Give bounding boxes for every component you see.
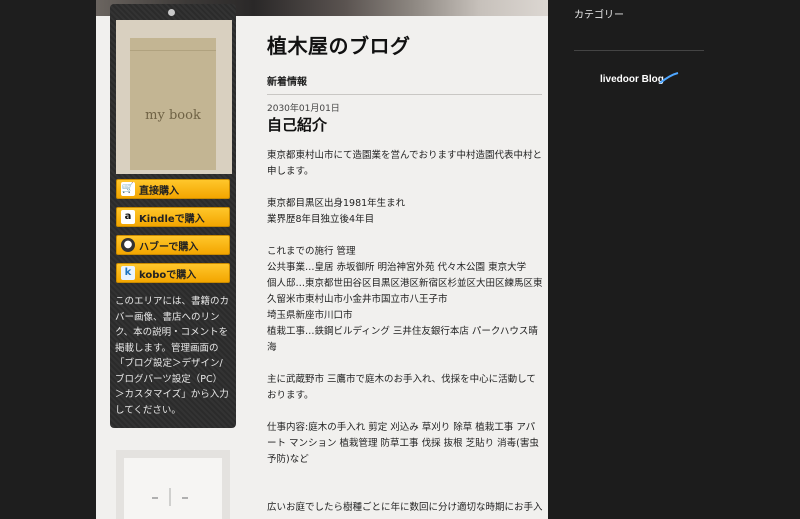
book-panel: my book 🛒 直接購入 a Kindleで購入 ● ハブーで購入 k ko…	[110, 4, 236, 428]
post-paragraph: これまでの施行 管理 公共事業…皇居 赤坂御所 明治神宮外苑 代々木公園 東京大…	[267, 244, 546, 356]
post-line: 海	[267, 342, 277, 353]
book-info-line: ブログパーツ設定（PC）	[115, 373, 223, 385]
book-info-line: ク、本の説明・コメントを	[115, 327, 229, 338]
book-cover-title: my book	[145, 108, 201, 123]
section-label-news: 新着情報	[267, 73, 542, 95]
face-illustration	[152, 488, 188, 506]
post-date: 2030年01月01日	[267, 104, 340, 114]
buy-hoobee-label: ハブーで購入	[139, 241, 199, 253]
book-envelope: my book	[130, 38, 216, 170]
livedoor-logo-graphic: livedoor Blog	[600, 72, 679, 85]
book-cover-placeholder[interactable]	[124, 458, 222, 519]
book-cover-image[interactable]: my book	[116, 20, 232, 174]
post-line: ート マンション 植栽管理 防草工事 伐採 抜根 芝貼り 消毒(害虫	[267, 438, 539, 449]
post-line: 仕事内容:庭木の手入れ 剪定 刈込み 草刈り 除草 植栽工事 アパ	[267, 422, 536, 433]
book-info-text: このエリアには、書籍のカ バー画像、書店へのリン ク、本の説明・コメントを 掲載…	[115, 294, 231, 418]
second-book-widget	[116, 450, 230, 519]
post-line: 予防)など	[267, 454, 309, 465]
buy-kindle-button[interactable]: a Kindleで購入	[116, 207, 230, 227]
buy-kobo-label: koboで購入	[139, 269, 197, 281]
category-heading: カテゴリー	[574, 10, 624, 21]
post-line: 主に武蔵野市 三鷹市で庭木のお手入れ、伐採を中心に活動して	[267, 374, 536, 385]
kobo-icon: k	[121, 266, 135, 280]
buy-kobo-button[interactable]: k koboで購入	[116, 263, 230, 283]
livedoor-logo-text: livedoor Blog	[600, 74, 664, 85]
post-line: 東京都東村山市にて造園業を営んでおります中村造園代表中村と	[267, 150, 543, 161]
post-paragraph: 東京都目黒区出身1981年生まれ 業界歴8年目独立後4年目	[267, 196, 546, 228]
post-line: 申します。	[267, 166, 314, 177]
post-line: 久留米市東村山市小金井市国立市八王子市	[267, 294, 448, 305]
buy-hoobee-button[interactable]: ● ハブーで購入	[116, 235, 230, 255]
buy-direct-label: 直接購入	[139, 185, 179, 197]
post-line: 東京都目黒区出身1981年生まれ	[267, 198, 406, 209]
post-line: 広いお庭でしたら樹種ごとに年に数回に分け適切な時期にお手入	[267, 502, 543, 513]
post-title[interactable]: 自己紹介	[267, 114, 327, 135]
post-paragraph: 仕事内容:庭木の手入れ 剪定 刈込み 草刈り 除草 植栽工事 アパ ート マンシ…	[267, 420, 546, 468]
content-column: my book 🛒 直接購入 a Kindleで購入 ● ハブーで購入 k ko…	[96, 0, 548, 519]
post-line: 埼玉県新座市川口市	[267, 310, 353, 321]
livedoor-blog-logo[interactable]: livedoor Blog	[600, 69, 680, 89]
book-info-line: バー画像、書店へのリン	[115, 311, 220, 323]
book-info-line: このエリアには、書籍のカ	[115, 296, 230, 307]
post-line: 公共事業…皇居 赤坂御所 明治神宮外苑 代々木公園 東京大学	[267, 262, 527, 273]
post-paragraph: 東京都東村山市にて造園業を営んでおります中村造園代表中村と 申します。	[267, 148, 546, 180]
cart-icon: 🛒	[121, 182, 135, 196]
left-gutter	[0, 0, 96, 519]
book-info-line: ＞カスタマイズ」から入力	[115, 389, 229, 400]
post-line: おります。	[267, 390, 314, 401]
post-line: 植栽工事…鉄鋼ビルディング 三井住友銀行本店 パークハウス晴	[267, 326, 538, 337]
post-paragraph: 主に武蔵野市 三鷹市で庭木のお手入れ、伐採を中心に活動して おります。	[267, 372, 546, 404]
amazon-icon: a	[121, 210, 135, 224]
post-line: 業界歴8年目独立後4年目	[267, 214, 375, 225]
post-body: 東京都東村山市にて造園業を営んでおります中村造園代表中村と 申します。 東京都目…	[267, 148, 546, 516]
book-seam	[130, 50, 216, 51]
buy-direct-button[interactable]: 🛒 直接購入	[116, 179, 230, 199]
buy-kindle-label: Kindleで購入	[139, 213, 205, 225]
blog-title[interactable]: 植木屋のブログ	[267, 30, 411, 59]
sidebar-divider	[574, 50, 704, 51]
panel-dot	[168, 9, 175, 16]
book-info-line: 「ブログ設定＞デザイン/	[115, 358, 223, 369]
post-paragraph: 広いお庭でしたら樹種ごとに年に数回に分け適切な時期にお手入	[267, 500, 546, 516]
book-info-line: してください。	[115, 404, 181, 416]
hoobee-icon: ●	[121, 238, 135, 252]
book-info-line: 掲載します。管理画面の	[115, 342, 219, 354]
post-line: 個人邸…東京都世田谷区目黒区港区新宿区杉並区大田区練馬区東	[267, 278, 543, 289]
post-line: これまでの施行 管理	[267, 246, 356, 257]
